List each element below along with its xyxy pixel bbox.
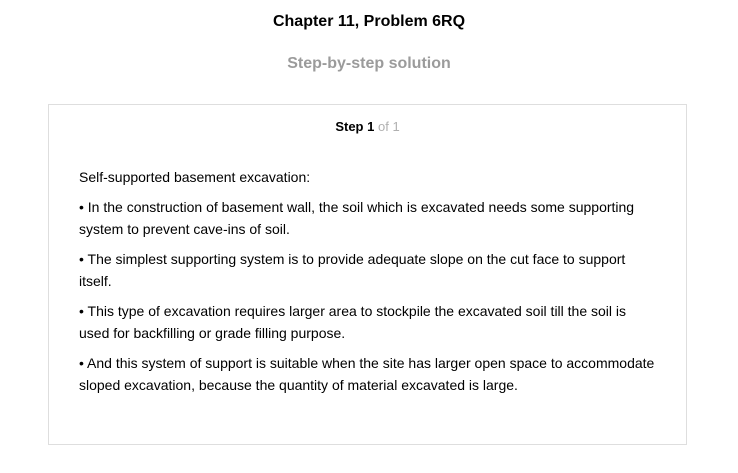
- bullet-item: • In the construction of basement wall, …: [79, 199, 635, 237]
- step-intro: Self-supported basement excavation:: [79, 169, 311, 185]
- page-title: Chapter 11, Problem 6RQ: [272, 13, 466, 30]
- solution-subtitle: Step-by-step solution: [287, 55, 451, 72]
- bullet-item: • This type of excavation requires large…: [79, 303, 627, 341]
- step-body: Self-supported basement excavation: • In…: [79, 166, 659, 404]
- step-number: 1: [367, 119, 375, 134]
- bullet-list: • In the construction of basement wall, …: [79, 196, 659, 396]
- bullet-item: • The simplest supporting system is to p…: [79, 251, 626, 289]
- step-total: of 1: [377, 119, 400, 134]
- step-card: Step 1 of 1 Self-supported basement exca…: [48, 104, 687, 445]
- step-header: Step 1 of 1: [49, 119, 686, 135]
- bullet-item: • And this system of support is suitable…: [79, 355, 655, 393]
- step-label: Step: [335, 119, 364, 134]
